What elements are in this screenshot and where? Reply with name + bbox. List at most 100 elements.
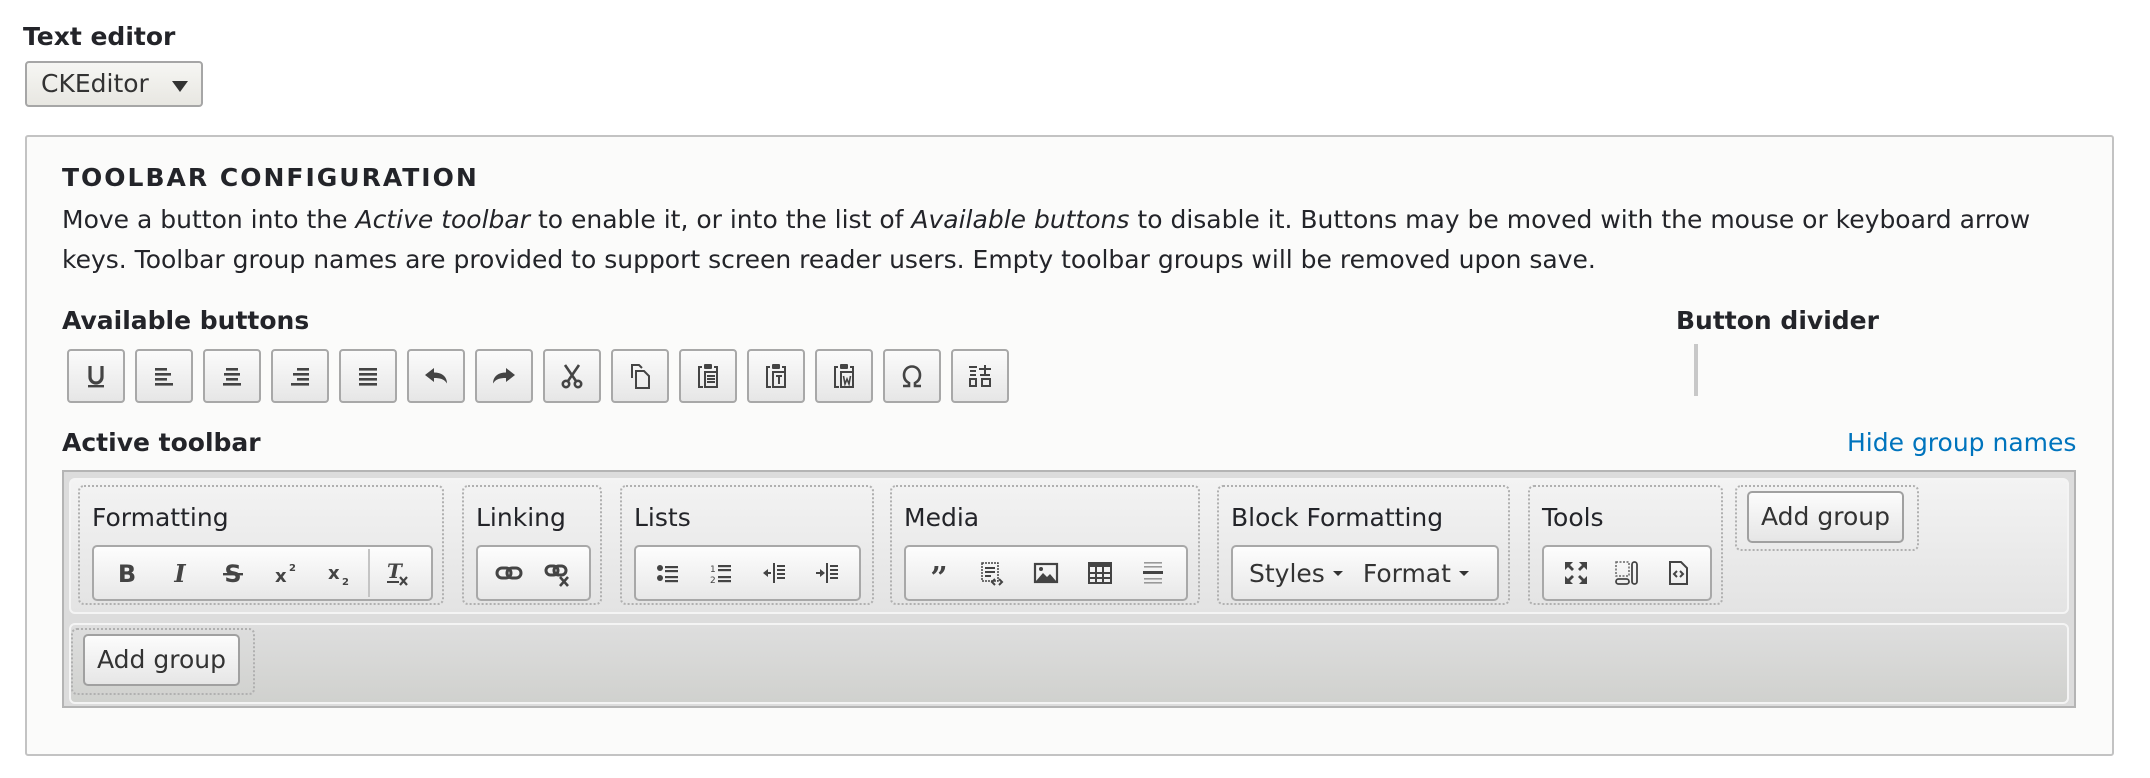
group-name[interactable]: Media bbox=[904, 503, 979, 532]
toolbar-button-unlink[interactable] bbox=[534, 551, 584, 595]
omega-icon bbox=[902, 365, 922, 388]
toolbar-button-horizontal-line[interactable] bbox=[1126, 551, 1180, 595]
align-left-icon bbox=[155, 368, 173, 386]
horizontal-line-icon bbox=[1143, 562, 1164, 584]
button-divider-handle[interactable] bbox=[1694, 344, 1698, 396]
group-block-formatting[interactable]: Block Formatting Styles Format bbox=[1217, 485, 1510, 605]
available-button-paste-from-word[interactable] bbox=[815, 349, 873, 403]
group-buttons: 12 bbox=[634, 545, 861, 601]
svg-text:2: 2 bbox=[289, 563, 296, 574]
toolbar-button-insert-code[interactable] bbox=[966, 551, 1020, 595]
paste-icon bbox=[698, 364, 718, 388]
redo-icon bbox=[493, 368, 515, 384]
blockquote-icon: ” bbox=[930, 561, 947, 588]
available-button-paste-text[interactable] bbox=[747, 349, 805, 403]
toolbar-button-show-blocks[interactable] bbox=[1601, 551, 1652, 595]
strikethrough-icon: S bbox=[222, 560, 243, 588]
group-tools[interactable]: Tools bbox=[1528, 485, 1723, 605]
toolbar-button-maximize[interactable] bbox=[1550, 551, 1601, 595]
superscript-icon: x2 bbox=[275, 563, 296, 587]
table-icon bbox=[1087, 562, 1112, 584]
button-divider-label: Button divider bbox=[1676, 306, 1879, 335]
svg-text:1: 1 bbox=[710, 565, 716, 575]
text-editor-select-value: CKEditor bbox=[41, 69, 149, 98]
remove-format-icon: T bbox=[387, 559, 409, 586]
maximize-icon bbox=[1564, 562, 1587, 584]
toolbar-button-strike[interactable]: S bbox=[206, 551, 259, 595]
group-name[interactable]: Block Formatting bbox=[1231, 503, 1443, 532]
available-button-align-right[interactable] bbox=[271, 349, 329, 403]
combo-label: Styles bbox=[1249, 558, 1325, 588]
active-toolbar-label: Active toolbar bbox=[62, 428, 261, 457]
toolbar-button-superscript[interactable]: x2 bbox=[260, 551, 313, 595]
hide-group-names-link[interactable]: Hide group names bbox=[1847, 428, 2076, 457]
caret-down-icon bbox=[1458, 570, 1469, 576]
toolbar-button-numbered-list[interactable]: 12 bbox=[695, 551, 748, 595]
group-lists[interactable]: Lists 12 bbox=[620, 485, 874, 605]
paste-text-icon bbox=[766, 364, 786, 388]
align-right-icon bbox=[291, 368, 309, 386]
align-center-icon bbox=[223, 368, 241, 386]
toolbar-button-bold[interactable]: B bbox=[100, 551, 153, 595]
group-name[interactable]: Formatting bbox=[92, 503, 229, 532]
toolbar-button-italic[interactable]: I bbox=[153, 551, 206, 595]
toolbar-button-outdent[interactable] bbox=[748, 551, 801, 595]
show-blocks-icon bbox=[1615, 561, 1638, 585]
italic-icon: I bbox=[173, 559, 186, 588]
toolbar-combo-styles[interactable]: Styles bbox=[1239, 551, 1353, 595]
group-name[interactable]: Lists bbox=[634, 503, 691, 532]
svg-text:B: B bbox=[117, 560, 135, 588]
group-linking[interactable]: Linking bbox=[462, 485, 602, 605]
toolbar-button-remove-format[interactable]: T bbox=[372, 551, 425, 595]
outdent-icon bbox=[762, 563, 785, 583]
group-name[interactable]: Tools bbox=[1542, 503, 1604, 532]
available-button-align-center[interactable] bbox=[203, 349, 261, 403]
text-editor-select[interactable]: CKEditor bbox=[25, 61, 203, 107]
group-buttons: ” bbox=[904, 545, 1188, 601]
toolbar-button-blockquote[interactable]: ” bbox=[912, 551, 966, 595]
add-group-placeholder: Add group bbox=[1735, 485, 1919, 551]
scissors-icon bbox=[561, 364, 583, 389]
toolbar-button-image[interactable] bbox=[1019, 551, 1073, 595]
source-code-icon bbox=[1669, 561, 1689, 585]
available-button-align-left[interactable] bbox=[135, 349, 193, 403]
toolbar-button-bulleted-list[interactable] bbox=[642, 551, 695, 595]
button-divider[interactable] bbox=[367, 549, 370, 597]
indent-icon bbox=[815, 563, 838, 583]
available-button-cut[interactable] bbox=[543, 349, 601, 403]
group-buttons bbox=[476, 545, 591, 601]
toolbar-button-link[interactable] bbox=[484, 551, 534, 595]
svg-text:”: ” bbox=[930, 561, 947, 588]
toolbar-button-table[interactable] bbox=[1073, 551, 1127, 595]
svg-text:x: x bbox=[328, 563, 340, 584]
toolbar-button-source[interactable] bbox=[1653, 551, 1704, 595]
subscript-icon: x2 bbox=[328, 563, 349, 588]
available-button-redo[interactable] bbox=[475, 349, 533, 403]
link-icon bbox=[495, 566, 523, 580]
undo-icon bbox=[425, 368, 447, 384]
group-formatting[interactable]: Formatting B I S x2 x2 T bbox=[78, 485, 444, 605]
available-button-justify[interactable] bbox=[339, 349, 397, 403]
available-button-paste[interactable] bbox=[679, 349, 737, 403]
available-button-copy[interactable] bbox=[611, 349, 669, 403]
chevron-down-icon bbox=[172, 81, 188, 92]
section-description: Move a button into the Active toolbar to… bbox=[62, 205, 2031, 274]
group-media[interactable]: Media ” bbox=[890, 485, 1200, 605]
language-icon bbox=[969, 365, 991, 387]
copy-icon bbox=[631, 364, 650, 389]
available-button-language[interactable] bbox=[951, 349, 1009, 403]
available-button-special-character[interactable] bbox=[883, 349, 941, 403]
toolbar-combo-format[interactable]: Format bbox=[1353, 551, 1479, 595]
svg-text:x: x bbox=[275, 566, 287, 587]
available-button-undo[interactable] bbox=[407, 349, 465, 403]
available-button-underline[interactable] bbox=[67, 349, 125, 403]
caret-down-icon bbox=[1332, 570, 1343, 576]
add-group-button[interactable]: Add group bbox=[1747, 491, 1904, 543]
toolbar-button-indent[interactable] bbox=[800, 551, 853, 595]
toolbar-button-subscript[interactable]: x2 bbox=[313, 551, 366, 595]
toolbar-row-2 bbox=[69, 623, 2069, 704]
group-name[interactable]: Linking bbox=[476, 503, 566, 532]
add-group-button[interactable]: Add group bbox=[83, 634, 240, 686]
image-icon bbox=[1033, 562, 1059, 584]
combo-label: Format bbox=[1362, 558, 1451, 588]
